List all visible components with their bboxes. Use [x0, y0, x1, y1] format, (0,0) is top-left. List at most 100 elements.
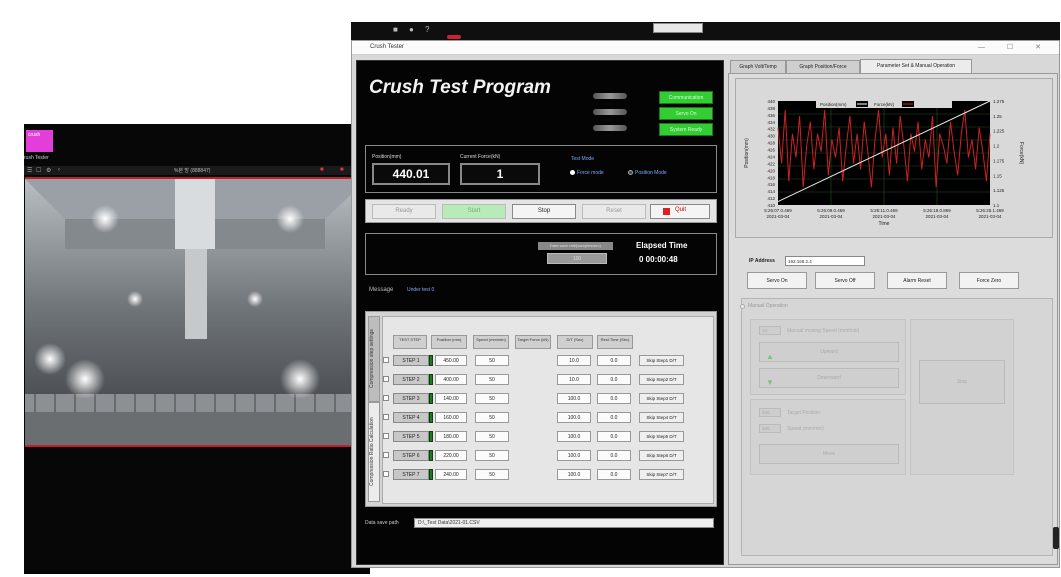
step-button[interactable]: STEP 7 [393, 469, 429, 480]
x-tick-label: 5:26:09.0.469 [817, 208, 845, 213]
servo-on-button[interactable]: Servo On [747, 272, 807, 289]
step-enable-checkbox[interactable] [383, 395, 389, 401]
dt-input[interactable]: 10.0 [557, 374, 591, 385]
position-mode-radio[interactable]: Position Mode [628, 170, 667, 176]
dt-input[interactable]: 100.0 [557, 431, 591, 442]
skip-dt-button[interactable]: Skip Step7 D/T [639, 469, 684, 480]
step-enable-checkbox[interactable] [383, 433, 389, 439]
manual-stop-button[interactable]: Stop [919, 360, 1005, 404]
force-mode-radio[interactable]: Force mode [570, 170, 604, 176]
force-zero-button[interactable]: Force Zero [959, 272, 1019, 289]
record-icon[interactable]: ■ [320, 167, 324, 173]
ready-button[interactable]: Ready [372, 204, 436, 219]
position-input[interactable]: 220.00 [435, 450, 467, 461]
back-icon[interactable]: ‹ [58, 167, 60, 173]
skip-dt-button[interactable]: Skip Step2 D/T [639, 374, 684, 385]
reset-button[interactable]: Reset [582, 204, 646, 219]
save-path-field[interactable]: D:\_Test Data\2021-01.CSV [414, 518, 714, 528]
skip-dt-button[interactable]: Skip Step3 D/T [639, 393, 684, 404]
alarm-reset-button[interactable]: Alarm Reset [887, 272, 947, 289]
tab-compression-ratio-calculation[interactable]: Compression Ratio Calculation [368, 402, 380, 502]
dt-input[interactable]: 100.0 [557, 469, 591, 480]
step-enable-checkbox[interactable] [383, 357, 389, 363]
start-button[interactable]: Start [442, 204, 506, 219]
rest-time-input[interactable]: 0.0 [597, 450, 631, 461]
position-input[interactable]: 140.00 [435, 393, 467, 404]
skip-dt-button[interactable]: Skip Step1 D/T [639, 355, 684, 366]
quit-label: Quit [675, 207, 687, 213]
settings-icon[interactable]: ⚙ [46, 167, 51, 174]
rest-time-input[interactable]: 0.0 [597, 431, 631, 442]
rest-time-input[interactable]: 0.0 [597, 412, 631, 423]
dt-input[interactable]: 100.0 [557, 412, 591, 423]
tab-compression-step-settings[interactable]: Compression step settings [368, 316, 380, 402]
skip-dt-button[interactable]: Skip Step6 D/T [639, 450, 684, 461]
x-tick-date: 2021-03-04 [978, 214, 1002, 219]
legend-position-label: Position(mm) [820, 102, 847, 107]
step-button[interactable]: STEP 5 [393, 431, 429, 442]
skip-dt-button[interactable]: Skip Step5 D/T [639, 431, 684, 442]
step-button[interactable]: STEP 3 [393, 393, 429, 404]
position-input[interactable]: 450.00 [435, 355, 467, 366]
manual-speed-field[interactable]: 10 [759, 326, 781, 335]
y2-axis-label: Force(kN) [1018, 142, 1024, 165]
position-input[interactable]: 240.00 [435, 469, 467, 480]
step-enable-checkbox[interactable] [383, 376, 389, 382]
save-rate-value[interactable]: 100 [547, 253, 607, 264]
step-button[interactable]: STEP 4 [393, 412, 429, 423]
upward-button[interactable]: ▲ Upward [759, 342, 899, 362]
position-input[interactable]: 180.00 [435, 431, 467, 442]
position-input[interactable]: 160.00 [435, 412, 467, 423]
speed-input[interactable]: 50 [475, 393, 509, 404]
position-input[interactable]: 400.00 [435, 374, 467, 385]
step-button[interactable]: STEP 1 [393, 355, 429, 366]
dt-input[interactable]: 100.0 [557, 393, 591, 404]
menu-icon[interactable]: ☰ [27, 167, 32, 174]
speed-input[interactable]: 50 [475, 469, 509, 480]
rest-time-input[interactable]: 0.0 [597, 393, 631, 404]
manual-speed-label: Manual moving Speed (mm/min) [787, 328, 860, 334]
folder-icon[interactable]: ■ [393, 25, 398, 34]
move-speed-field[interactable]: 100 [759, 424, 781, 433]
stop-button[interactable]: Stop [512, 204, 576, 219]
step-enable-checkbox[interactable] [383, 452, 389, 458]
speed-input[interactable]: 50 [475, 431, 509, 442]
skip-dt-button[interactable]: Skip Step4 D/T [639, 412, 684, 423]
save-rate-label: Data save rate(samples/sec) [538, 242, 613, 250]
servo-off-button[interactable]: Servo Off [815, 272, 875, 289]
dt-input[interactable]: 100.0 [557, 450, 591, 461]
speed-input[interactable]: 50 [475, 355, 509, 366]
tab-graph-volt-temp[interactable]: Graph Volt/Temp [730, 60, 786, 73]
speed-input[interactable]: 50 [475, 412, 509, 423]
chrome-icon[interactable]: ● [409, 25, 414, 34]
target-position-field[interactable]: 400 [759, 408, 781, 417]
rest-time-input[interactable]: 0.0 [597, 355, 631, 366]
y2-tick-label: 1.2 [993, 144, 1000, 149]
move-button[interactable]: Move [759, 444, 899, 464]
stop-group: Stop [910, 319, 1014, 475]
x-tick-date: 2021-03-04 [766, 214, 790, 219]
ip-address-field[interactable]: 192.168.2.4 [785, 256, 865, 266]
taskbar-chip[interactable] [653, 23, 703, 33]
step-enable-checkbox[interactable] [383, 471, 389, 477]
right-panel: Graph Volt/Temp Graph Position/Force Par… [728, 59, 1058, 565]
tab-graph-position-force[interactable]: Graph Position/Force [786, 60, 860, 73]
close-icon[interactable]: ■ [340, 167, 344, 173]
speed-input[interactable]: 50 [475, 374, 509, 385]
scrollbar-thumb[interactable] [1053, 527, 1059, 549]
speed-input[interactable]: 50 [475, 450, 509, 461]
tab-parameter-manual[interactable]: Parameter Set & Manual Operation [860, 59, 972, 73]
rest-time-input[interactable]: 0.0 [597, 469, 631, 480]
rest-time-input[interactable]: 0.0 [597, 374, 631, 385]
window-controls[interactable]: — ☐ ✕ [978, 43, 1051, 51]
dt-input[interactable]: 10.0 [557, 355, 591, 366]
step-button[interactable]: STEP 2 [393, 374, 429, 385]
downward-button[interactable]: ▼ Downward [759, 368, 899, 388]
step-enable-checkbox[interactable] [383, 414, 389, 420]
app-icon[interactable]: ? [425, 25, 429, 34]
step-led-indicator [429, 355, 433, 366]
chart-svg: 440 438 436 434 432 430 428 426424 422 420 418 416 4… [744, 99, 1024, 227]
step-button[interactable]: STEP 6 [393, 450, 429, 461]
window-icon[interactable]: ☐ [36, 167, 41, 174]
manual-operation-toggle[interactable] [740, 304, 745, 309]
